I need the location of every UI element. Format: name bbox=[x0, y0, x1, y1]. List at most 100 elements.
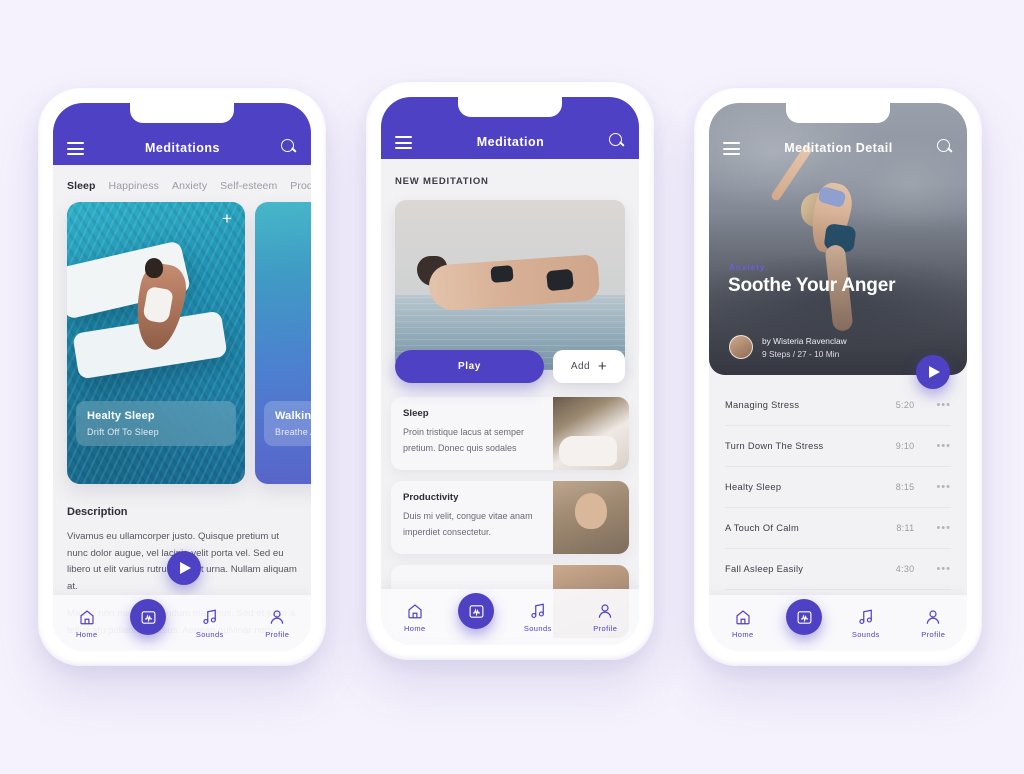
nav-label: Sounds bbox=[851, 629, 880, 639]
card-title: Healty Sleep bbox=[87, 410, 155, 422]
phone1-notch bbox=[130, 103, 234, 123]
nav-label: Sounds bbox=[195, 629, 224, 639]
list-item-subtitle: Proin tristique lacus at semper pretium.… bbox=[403, 427, 525, 453]
nav-label: Sounds bbox=[523, 623, 552, 633]
music-note-icon bbox=[859, 609, 872, 624]
tab-anxiety[interactable]: Anxiety bbox=[172, 180, 207, 192]
description-heading: Description bbox=[67, 506, 128, 518]
track-name: Fall Asleep Easily bbox=[725, 564, 804, 574]
byline-text: by Wisteria Ravenclaw 9 Steps / 27 - 10 … bbox=[762, 336, 847, 359]
nav-label: Profile bbox=[265, 629, 290, 639]
play-button[interactable]: Play bbox=[395, 350, 544, 383]
table-row[interactable]: Turn Down The Stress 9:10 ••• bbox=[725, 426, 951, 467]
music-note-icon bbox=[531, 603, 544, 618]
track-duration: 8:15 bbox=[895, 482, 915, 492]
nav-center-meditation-button[interactable] bbox=[786, 599, 823, 635]
phone1-screen: Meditations Sleep Happiness Anxiety Self… bbox=[53, 103, 311, 651]
track-name: Healty Sleep bbox=[725, 482, 782, 492]
meditation-card-walking[interactable]: Walking I Breathe Aw bbox=[255, 202, 311, 484]
search-icon[interactable] bbox=[937, 139, 953, 155]
author-byline: by Wisteria Ravenclaw 9 Steps / 27 - 10 … bbox=[729, 335, 847, 359]
nav-item-profile[interactable]: Profile bbox=[253, 608, 301, 639]
list-item-title: Sleep bbox=[403, 408, 429, 419]
nav-label: Home bbox=[403, 623, 426, 633]
steps-duration: 9 Steps / 27 - 10 Min bbox=[762, 348, 840, 359]
plus-icon[interactable]: + bbox=[220, 210, 234, 227]
nav-label: Profile bbox=[921, 629, 946, 639]
page-title: Meditation Detail bbox=[784, 141, 893, 155]
nav-item-home[interactable]: Home bbox=[719, 608, 767, 639]
home-icon bbox=[80, 609, 94, 624]
hamburger-menu-icon[interactable] bbox=[723, 142, 740, 155]
phone2-content: NEW MEDITATION Play Add + Sleep Proin tr… bbox=[381, 159, 639, 645]
nav-center-meditation-button[interactable] bbox=[130, 599, 167, 635]
play-button[interactable] bbox=[916, 355, 950, 389]
play-button[interactable] bbox=[167, 551, 201, 585]
meditation-icon bbox=[797, 610, 812, 624]
nav-item-sounds[interactable]: Sounds bbox=[842, 608, 890, 639]
phone3-screen: Meditation Detail Anxiety Soothe Your An… bbox=[709, 103, 967, 651]
play-icon bbox=[929, 366, 940, 378]
phone2-screen: Meditation NEW MEDITATION Play Add + Sle… bbox=[381, 97, 639, 645]
card-label-overlay: Walking I Breathe Aw bbox=[264, 401, 311, 446]
track-list: Managing Stress 5:20 ••• Turn Down The S… bbox=[709, 385, 967, 595]
section-label: NEW MEDITATION bbox=[395, 176, 489, 187]
track-duration: 8:11 bbox=[896, 523, 915, 533]
meditation-card-healty-sleep[interactable]: + Healty Sleep Drift Off To Sleep bbox=[67, 202, 245, 484]
tab-productivity[interactable]: Produ bbox=[290, 180, 311, 192]
track-duration: 9:10 bbox=[895, 441, 915, 451]
home-icon bbox=[408, 603, 422, 618]
nav-item-sounds[interactable]: Sounds bbox=[514, 602, 562, 633]
music-note-icon bbox=[203, 609, 216, 624]
new-meditation-hero-image[interactable] bbox=[395, 200, 625, 370]
detail-title: Soothe Your Anger bbox=[728, 275, 896, 296]
more-options-icon[interactable]: ••• bbox=[936, 563, 951, 575]
nav-item-home[interactable]: Home bbox=[391, 602, 439, 633]
search-icon[interactable] bbox=[609, 133, 625, 149]
more-options-icon[interactable]: ••• bbox=[936, 522, 951, 534]
list-item[interactable]: Sleep Proin tristique lacus at semper pr… bbox=[391, 397, 629, 470]
table-row[interactable]: Managing Stress 5:20 ••• bbox=[725, 385, 951, 426]
swimsuit-top bbox=[490, 265, 514, 283]
table-row[interactable]: A Touch Of Calm 8:11 ••• bbox=[725, 508, 951, 549]
author-name: by Wisteria Ravenclaw bbox=[762, 335, 847, 346]
hamburger-menu-icon[interactable] bbox=[67, 142, 84, 155]
table-row[interactable]: Healty Sleep 8:15 ••• bbox=[725, 467, 951, 508]
person-icon bbox=[599, 603, 612, 618]
phone-mockup-meditation: Meditation NEW MEDITATION Play Add + Sle… bbox=[366, 82, 654, 660]
nav-item-home[interactable]: Home bbox=[63, 608, 111, 639]
nav-label: Home bbox=[75, 629, 98, 639]
nav-center-meditation-button[interactable] bbox=[458, 593, 495, 629]
list-item-thumbnail bbox=[553, 481, 629, 554]
more-options-icon[interactable]: ••• bbox=[936, 399, 951, 411]
swimsuit-bottom bbox=[546, 268, 574, 292]
list-item[interactable]: Productivity Duis mi velit, congue vitae… bbox=[391, 481, 629, 554]
nav-item-profile[interactable]: Profile bbox=[581, 602, 629, 633]
meditation-carousel[interactable]: + Healty Sleep Drift Off To Sleep Walkin… bbox=[53, 202, 311, 484]
phone-mockup-meditation-detail: Meditation Detail Anxiety Soothe Your An… bbox=[694, 88, 982, 666]
nav-item-profile[interactable]: Profile bbox=[909, 608, 957, 639]
hero-action-buttons: Play Add + bbox=[381, 350, 639, 383]
hamburger-menu-icon[interactable] bbox=[395, 136, 412, 149]
tab-self-esteem[interactable]: Self-esteem bbox=[220, 180, 277, 192]
search-icon[interactable] bbox=[281, 139, 297, 155]
phone2-bottom-nav: Home Sounds Profile bbox=[381, 589, 639, 645]
page-title: Meditation bbox=[476, 135, 545, 149]
phone-mockup-meditations: Meditations Sleep Happiness Anxiety Self… bbox=[38, 88, 326, 666]
table-row[interactable]: Fall Asleep Easily 4:30 ••• bbox=[725, 549, 951, 590]
track-name: A Touch Of Calm bbox=[725, 523, 800, 533]
list-item-text: Sleep Proin tristique lacus at semper pr… bbox=[391, 397, 553, 470]
nav-label: Profile bbox=[593, 623, 618, 633]
card-title: Walking I bbox=[275, 410, 311, 422]
tab-happiness[interactable]: Happiness bbox=[109, 180, 160, 192]
more-options-icon[interactable]: ••• bbox=[936, 481, 951, 493]
nav-item-sounds[interactable]: Sounds bbox=[186, 608, 234, 639]
avatar bbox=[729, 335, 753, 359]
more-options-icon[interactable]: ••• bbox=[936, 440, 951, 452]
tab-sleep[interactable]: Sleep bbox=[67, 180, 96, 192]
add-button[interactable]: Add + bbox=[553, 350, 625, 383]
nav-label: Home bbox=[731, 629, 754, 639]
person-icon bbox=[927, 609, 940, 624]
plus-icon: + bbox=[597, 357, 608, 375]
meditation-icon bbox=[469, 604, 484, 618]
